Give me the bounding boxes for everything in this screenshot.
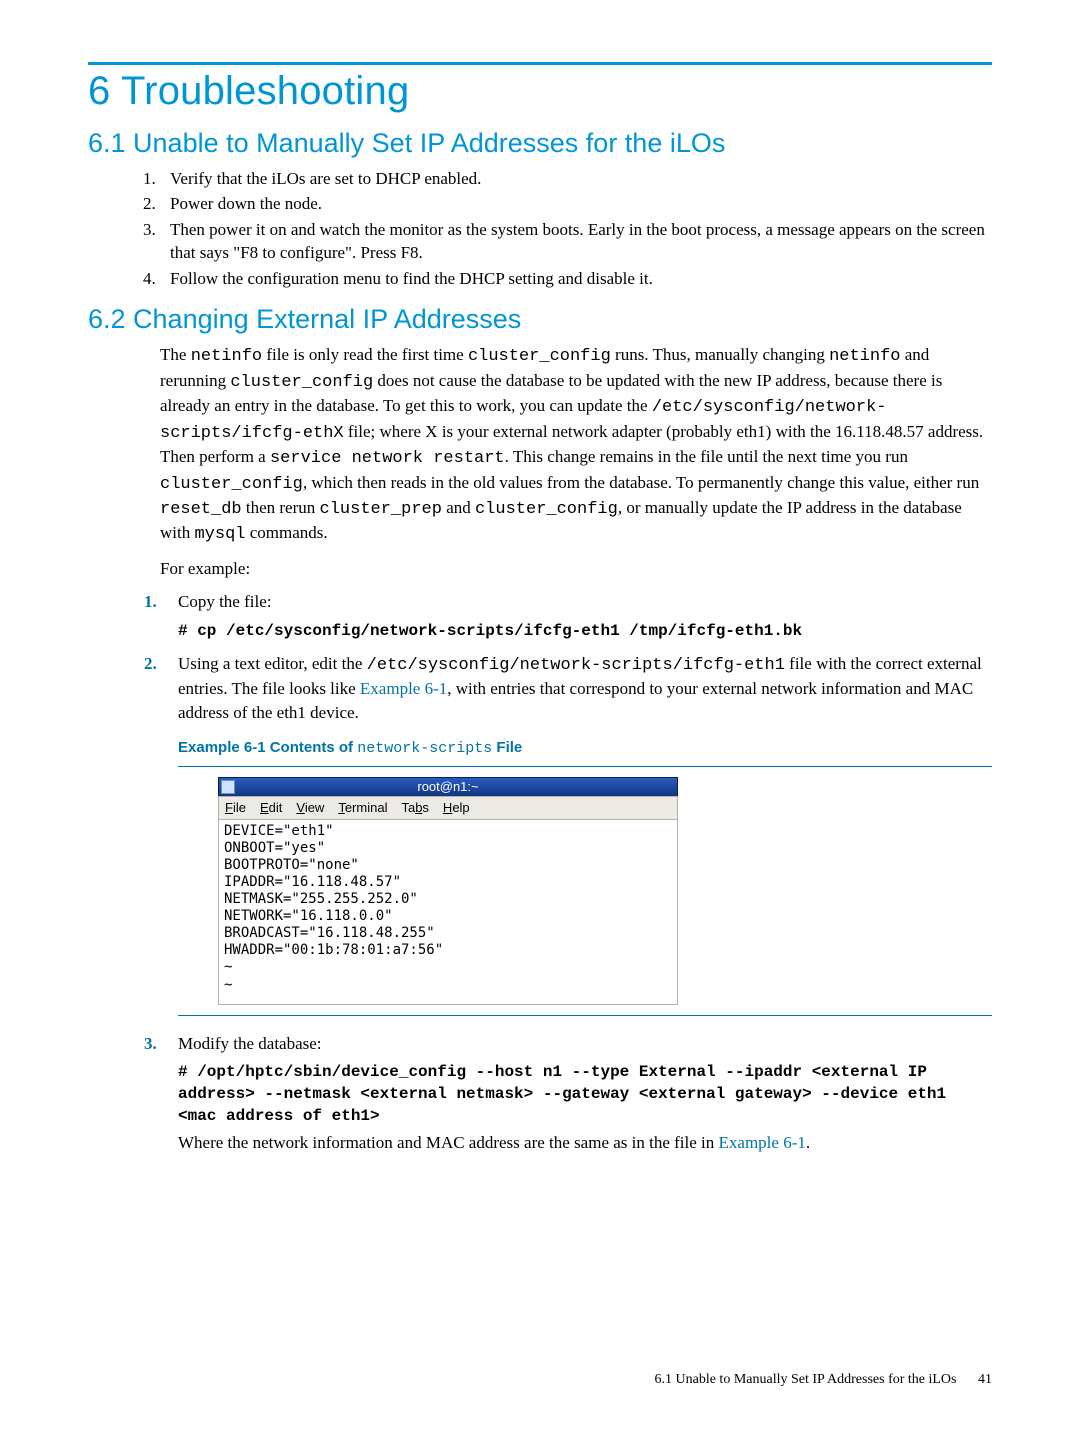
xref-example-6-1[interactable]: Example 6-1 (360, 679, 447, 698)
step-2: Using a text editor, edit the /etc/sysco… (144, 652, 992, 1016)
menu-tabs[interactable]: Tabs (401, 799, 428, 817)
terminal-menubar: File Edit View Terminal Tabs Help (218, 796, 678, 820)
xref-example-6-1-tail[interactable]: Example 6-1 (719, 1133, 806, 1152)
menu-terminal[interactable]: Terminal (338, 799, 387, 817)
list-item: Follow the configuration menu to find th… (160, 267, 992, 290)
section-6-1-title: 6.1 Unable to Manually Set IP Addresses … (88, 128, 992, 159)
list-item: Power down the node. (160, 192, 992, 215)
example-bottom-rule (178, 1015, 992, 1016)
list-item: Verify that the iLOs are set to DHCP ena… (160, 167, 992, 190)
page-footer: 6.1 Unable to Manually Set IP Addresses … (655, 1372, 993, 1388)
step-3-tail: Where the network information and MAC ad… (178, 1131, 992, 1154)
terminal-title: root@n1:~ (417, 779, 478, 794)
step-1: Copy the file: # cp /etc/sysconfig/netwo… (144, 590, 992, 642)
step-3: Modify the database: # /opt/hptc/sbin/de… (144, 1032, 992, 1155)
window-icon (221, 780, 235, 794)
list-item: Then power it on and watch the monitor a… (160, 218, 992, 265)
footer-text: 6.1 Unable to Manually Set IP Addresses … (655, 1372, 957, 1387)
section-6-2-body: The netinfo file is only read the first … (160, 343, 992, 580)
top-rule (88, 62, 992, 65)
menu-file[interactable]: File (225, 799, 246, 817)
terminal-window: root@n1:~ File Edit View Terminal Tabs H… (218, 777, 678, 1005)
step-1-text: Copy the file: (178, 592, 271, 611)
menu-view[interactable]: View (296, 799, 324, 817)
menu-edit[interactable]: Edit (260, 799, 282, 817)
terminal-body: DEVICE="eth1" ONBOOT="yes" BOOTPROTO="no… (218, 820, 678, 1005)
section-6-1-steps: Verify that the iLOs are set to DHCP ena… (160, 167, 992, 290)
step-3-command: # /opt/hptc/sbin/device_config --host n1… (178, 1061, 992, 1127)
para-6-2-main: The netinfo file is only read the first … (160, 343, 992, 547)
section-6-2-title: 6.2 Changing External IP Addresses (88, 304, 992, 335)
chapter-title: 6 Troubleshooting (88, 69, 992, 114)
page-number: 41 (978, 1372, 992, 1387)
numbered-steps: Copy the file: # cp /etc/sysconfig/netwo… (144, 590, 992, 1154)
example-top-rule (178, 766, 992, 767)
terminal-titlebar: root@n1:~ (218, 777, 678, 796)
for-example: For example: (160, 557, 992, 580)
step-1-command: # cp /etc/sysconfig/network-scripts/ifcf… (178, 620, 992, 642)
example-6-1-title: Example 6-1 Contents of network-scripts … (178, 738, 992, 760)
menu-help[interactable]: Help (443, 799, 470, 817)
step-3-text: Modify the database: (178, 1034, 322, 1053)
